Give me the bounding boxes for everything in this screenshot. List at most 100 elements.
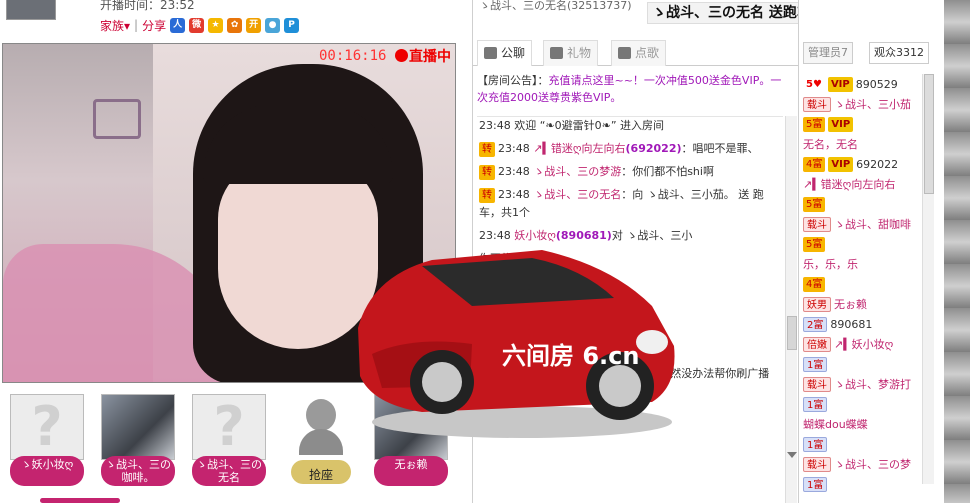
tab-admins[interactable]: 管理员7: [803, 42, 853, 64]
room-notice: 【房间公告】：充值请点这里~~！一次冲值500送金色VIP。一次充值2000送尊…: [477, 72, 789, 112]
video-wall-object: [93, 99, 141, 139]
anchor-info-bar: 开播时间：23:52 家族▾ | 分享 人 微 ★ ✿ 开 ● P: [0, 0, 470, 42]
renren-icon[interactable]: 人: [170, 17, 186, 33]
grab-seat-button[interactable]: 抢座: [291, 460, 351, 484]
chat-scrollbar[interactable]: [785, 116, 797, 503]
forward-badge[interactable]: 转: [479, 188, 495, 203]
paw-icon[interactable]: ●: [265, 17, 281, 33]
audience-row[interactable]: 无名，无名: [803, 134, 921, 154]
page-edge-strip: [944, 0, 970, 503]
seat-2[interactable]: [101, 394, 175, 460]
tab-songs[interactable]: 点歌: [611, 40, 667, 66]
user-list-scrollbar[interactable]: [922, 74, 934, 484]
live-start-time: 开播时间：23:52: [100, 0, 195, 12]
audience-row[interactable]: 1富: [803, 394, 921, 414]
scroll-thumb[interactable]: [787, 316, 797, 350]
user-badge: 妖男: [803, 296, 831, 312]
seat-1-name[interactable]: ゝ妖小妆ღ: [10, 456, 84, 486]
audience-name[interactable]: ゝ战斗、三の梦: [834, 456, 911, 472]
qzone-icon[interactable]: ★: [208, 17, 224, 33]
audience-row[interactable]: 蝴蝶dou蝶蝶: [803, 414, 921, 434]
audience-name[interactable]: ゝ战斗、三小茄: [834, 96, 911, 112]
audience-row[interactable]: 5♥ VIP 890529: [803, 74, 921, 94]
audience-row[interactable]: 载斗 ゝ战斗、三小茄: [803, 94, 921, 114]
audience-row[interactable]: 1富: [803, 354, 921, 374]
audience-row[interactable]: ↗▍错迷ღ向左向右: [803, 174, 921, 194]
forward-badge[interactable]: 转: [479, 165, 495, 180]
audience-row[interactable]: 载斗 ゝ战斗、甜咖啡: [803, 214, 921, 234]
seat-photo: [102, 395, 174, 459]
share-label[interactable]: 分享: [142, 17, 166, 34]
message-user[interactable]: ゝ战斗、三の无名: [533, 188, 621, 201]
tab-label: 点歌: [635, 46, 660, 60]
audience-name[interactable]: 692022: [856, 158, 898, 171]
volume-arrow-icon[interactable]: [7, 382, 19, 383]
tab-public-chat[interactable]: 公聊: [477, 40, 533, 66]
car-rim-rear: [599, 365, 641, 407]
seat-4[interactable]: [284, 394, 358, 460]
kaixin-icon[interactable]: 开: [246, 17, 262, 33]
seat-3[interactable]: ?: [192, 394, 266, 460]
audience-name[interactable]: ↗▍错迷ღ向左向右: [803, 176, 895, 192]
audience-row[interactable]: 乐，乐，乐: [803, 254, 921, 274]
audience-row[interactable]: 载斗 ゝ战斗、梦游打: [803, 374, 921, 394]
sports-car-gift-animation: 六间房 6.cn: [358, 250, 675, 438]
seat-3-name[interactable]: ゝ战斗、三の无名: [192, 456, 266, 486]
seat-1[interactable]: ?: [10, 394, 84, 460]
user-badge: 5♥: [806, 78, 822, 90]
audience-name[interactable]: ゝ战斗、甜咖啡: [834, 216, 911, 232]
user-badge: 1富: [803, 396, 828, 412]
seat-5-name[interactable]: 无ぉ赖: [374, 456, 448, 486]
audience-name[interactable]: 890681: [830, 318, 872, 331]
message-user[interactable]: ↗▍错迷ღ向左向右: [533, 142, 625, 155]
scroll-thumb[interactable]: [924, 74, 934, 194]
gift-ticker: ゝ战斗、三の无名(32513737) ゝ战斗、三の无名 送跑车1个: [473, 0, 799, 34]
audience-name[interactable]: 蝴蝶dou蝶蝶: [803, 416, 868, 432]
pengyou-icon[interactable]: P: [284, 17, 300, 33]
gift-icon: [550, 47, 563, 59]
message-time: 23:48: [498, 165, 530, 178]
live-room: 开播时间：23:52 家族▾ | 分享 人 微 ★ ✿ 开 ● P 00:16:…: [0, 0, 970, 503]
user-badge: VIP: [828, 116, 854, 132]
weibo-icon[interactable]: 微: [189, 17, 205, 33]
bottom-accent-bar: [40, 498, 120, 503]
tab-gifts[interactable]: 礼物: [543, 40, 599, 66]
user-list-tabs: 管理员7 观众3312: [803, 42, 937, 64]
audience-name[interactable]: 无ぉ赖: [834, 296, 867, 312]
top-links: 家族▾ | 分享 人 微 ★ ✿ 开 ● P: [100, 16, 300, 34]
audience-row[interactable]: 1富: [803, 474, 921, 494]
audience-row[interactable]: 倍嫩 ↗▍妖小妆ღ: [803, 334, 921, 354]
audience-row[interactable]: 5富: [803, 234, 921, 254]
family-menu[interactable]: 家族▾: [100, 17, 130, 34]
forward-badge[interactable]: 转: [479, 142, 495, 157]
star-icon[interactable]: ✿: [227, 17, 243, 33]
audience-row[interactable]: 5富 VIP: [803, 114, 921, 134]
audience-row[interactable]: 1富: [803, 434, 921, 454]
message-user[interactable]: ゝ战斗、三の梦游: [533, 165, 621, 178]
audience-list: 5♥ VIP 890529 载斗 ゝ战斗、三小茄 5富 VIP 无名，无名 4富 VIP 69202…: [803, 74, 921, 494]
audience-row[interactable]: 载斗 ゝ战斗、三の梦: [803, 454, 921, 474]
audience-name[interactable]: ゝ战斗、梦游打: [834, 376, 911, 392]
empty-avatar-icon: ?: [213, 395, 245, 458]
stream-timer: 00:16:16: [319, 48, 387, 64]
user-badge: VIP: [828, 156, 854, 172]
audience-row[interactable]: 妖男 无ぉ赖: [803, 294, 921, 314]
seat-2-name[interactable]: ゝ战斗、三の咖啡。: [101, 456, 175, 486]
audience-row[interactable]: 5富: [803, 194, 921, 214]
chat-icon: [484, 47, 497, 59]
user-badge: 5富: [803, 196, 826, 212]
message-text: 欢迎 “❧0避雷针0❧” 进入房间: [514, 119, 665, 132]
audience-name[interactable]: 890529: [856, 78, 898, 91]
divider: |: [134, 18, 139, 32]
scroll-down-icon[interactable]: [787, 452, 797, 462]
audience-name[interactable]: 无名，无名: [803, 136, 858, 152]
chat-message: 转 23:48 ↗▍错迷ღ向左向右(692022)：唱吧不是罪、: [477, 140, 783, 158]
user-badge: 载斗: [803, 376, 831, 392]
audience-row[interactable]: 2富 890681: [803, 314, 921, 334]
audience-row[interactable]: 4富 VIP 692022: [803, 154, 921, 174]
audience-name[interactable]: ↗▍妖小妆ღ: [834, 336, 893, 352]
anchor-avatar[interactable]: [6, 0, 56, 20]
tab-audience[interactable]: 观众3312: [869, 42, 929, 64]
audience-name[interactable]: 乐，乐，乐: [803, 256, 858, 272]
audience-row[interactable]: 4富: [803, 274, 921, 294]
